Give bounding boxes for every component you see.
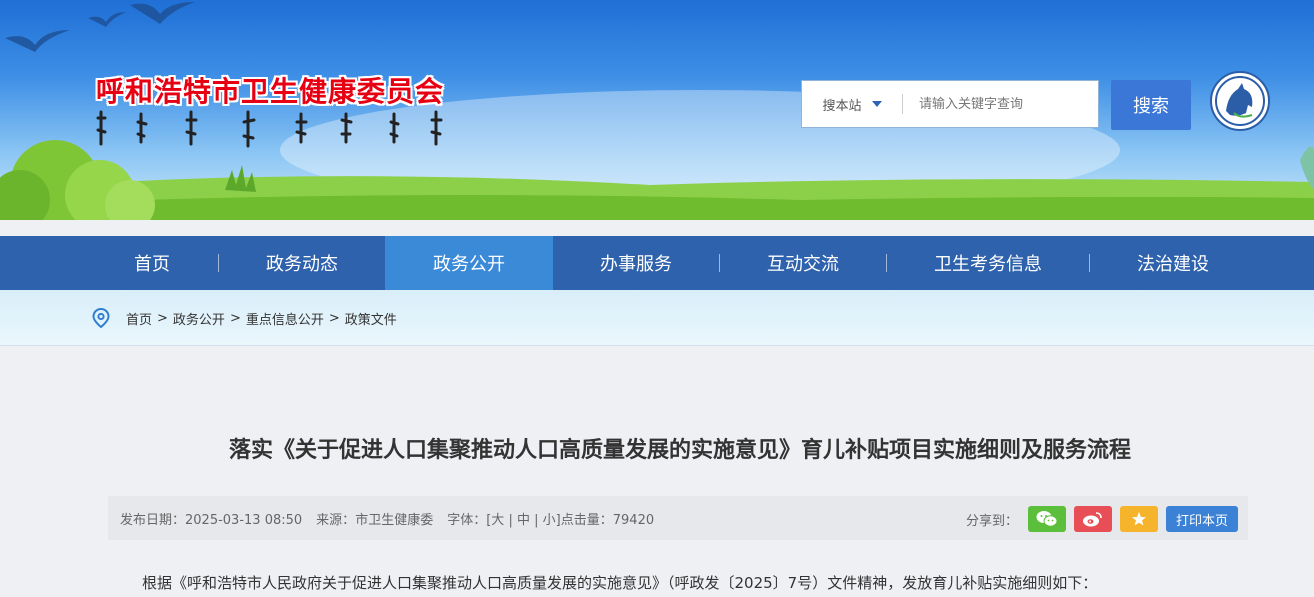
caret-down-icon bbox=[871, 101, 882, 107]
search-input[interactable] bbox=[903, 83, 1098, 125]
breadcrumb-home[interactable]: 首页 bbox=[126, 309, 152, 328]
horse-emblem-icon[interactable] bbox=[1210, 71, 1270, 131]
header-banner: 呼和浩特市卫生健康委员会 搜本站 搜索 bbox=[0, 0, 1314, 220]
publish-date: 发布日期：2025-03-13 08:50 bbox=[120, 513, 303, 528]
search-box: 搜本站 bbox=[801, 80, 1099, 128]
share-label: 分享到： bbox=[965, 513, 1018, 529]
share-bar: 分享到： 打印本页 bbox=[966, 506, 1238, 532]
search-scope-label: 搜本站 bbox=[822, 98, 862, 114]
nav-item-public-affairs[interactable]: 政务公开 bbox=[385, 236, 553, 290]
weibo-icon bbox=[1082, 512, 1102, 527]
breadcrumb-separator: > bbox=[328, 310, 340, 326]
breadcrumb-separator: > bbox=[229, 310, 241, 326]
article-source: 来源：市卫生健康委 bbox=[316, 513, 434, 528]
view-count: 点击量：79420 bbox=[560, 513, 655, 528]
site-title: 呼和浩特市卫生健康委员会 bbox=[96, 75, 445, 108]
font-size-large[interactable]: 大 bbox=[491, 513, 504, 528]
nav-item-services[interactable]: 办事服务 bbox=[553, 236, 719, 290]
nav-item-home[interactable]: 首页 bbox=[86, 236, 218, 290]
nav-item-news[interactable]: 政务动态 bbox=[219, 236, 385, 290]
breadcrumb-bar: 首页 > 政务公开 > 重点信息公开 > 政策文件 bbox=[0, 290, 1314, 346]
font-size-controls: 字体：[大 | 中 | 小] bbox=[447, 513, 561, 528]
font-size-medium[interactable]: 中 bbox=[517, 513, 530, 528]
breadcrumb: 首页 > 政务公开 > 重点信息公开 > 政策文件 bbox=[92, 308, 397, 328]
breadcrumb-separator: > bbox=[157, 310, 168, 326]
star-icon bbox=[1131, 512, 1146, 526]
share-wechat-button[interactable] bbox=[1027, 506, 1066, 532]
search-button[interactable]: 搜索 bbox=[1111, 80, 1191, 130]
article-meta: 发布日期：2025-03-13 08:50 来源：市卫生健康委 字体：[大 | … bbox=[120, 509, 668, 528]
birds-decoration bbox=[5, 2, 195, 52]
main-nav: 首页 政务动态 政务公开 办事服务 互动交流 卫生考务信息 法治建设 bbox=[0, 236, 1314, 290]
nav-item-rule-of-law[interactable]: 法治建设 bbox=[1090, 236, 1256, 290]
nav-item-exam-info[interactable]: 卫生考务信息 bbox=[887, 236, 1089, 290]
breadcrumb-policy-docs[interactable]: 政策文件 bbox=[345, 309, 397, 328]
favorite-button[interactable] bbox=[1119, 506, 1158, 532]
article-title: 落实《关于促进人口集聚推动人口高质量发展的实施意见》育儿补贴项目实施细则及服务流… bbox=[228, 438, 1131, 463]
search-scope-dropdown[interactable]: 搜本站 bbox=[802, 95, 902, 114]
nav-item-interaction[interactable]: 互动交流 bbox=[720, 236, 886, 290]
wechat-icon bbox=[1036, 511, 1058, 527]
share-weibo-button[interactable] bbox=[1073, 506, 1112, 532]
article-meta-bar: 发布日期：2025-03-13 08:50 来源：市卫生健康委 字体：[大 | … bbox=[108, 496, 1248, 540]
mongolian-script-logo bbox=[96, 110, 443, 148]
breadcrumb-key-info[interactable]: 重点信息公开 bbox=[246, 309, 324, 328]
location-pin-icon bbox=[92, 308, 110, 328]
breadcrumb-public-affairs[interactable]: 政务公开 bbox=[173, 309, 225, 328]
article-first-paragraph: 根据《呼和浩特市人民政府关于促进人口集聚推动人口高质量发展的实施意见》（呼政发〔… bbox=[142, 574, 1098, 592]
font-size-small[interactable]: 小 bbox=[543, 513, 556, 528]
print-button[interactable]: 打印本页 bbox=[1165, 506, 1238, 532]
